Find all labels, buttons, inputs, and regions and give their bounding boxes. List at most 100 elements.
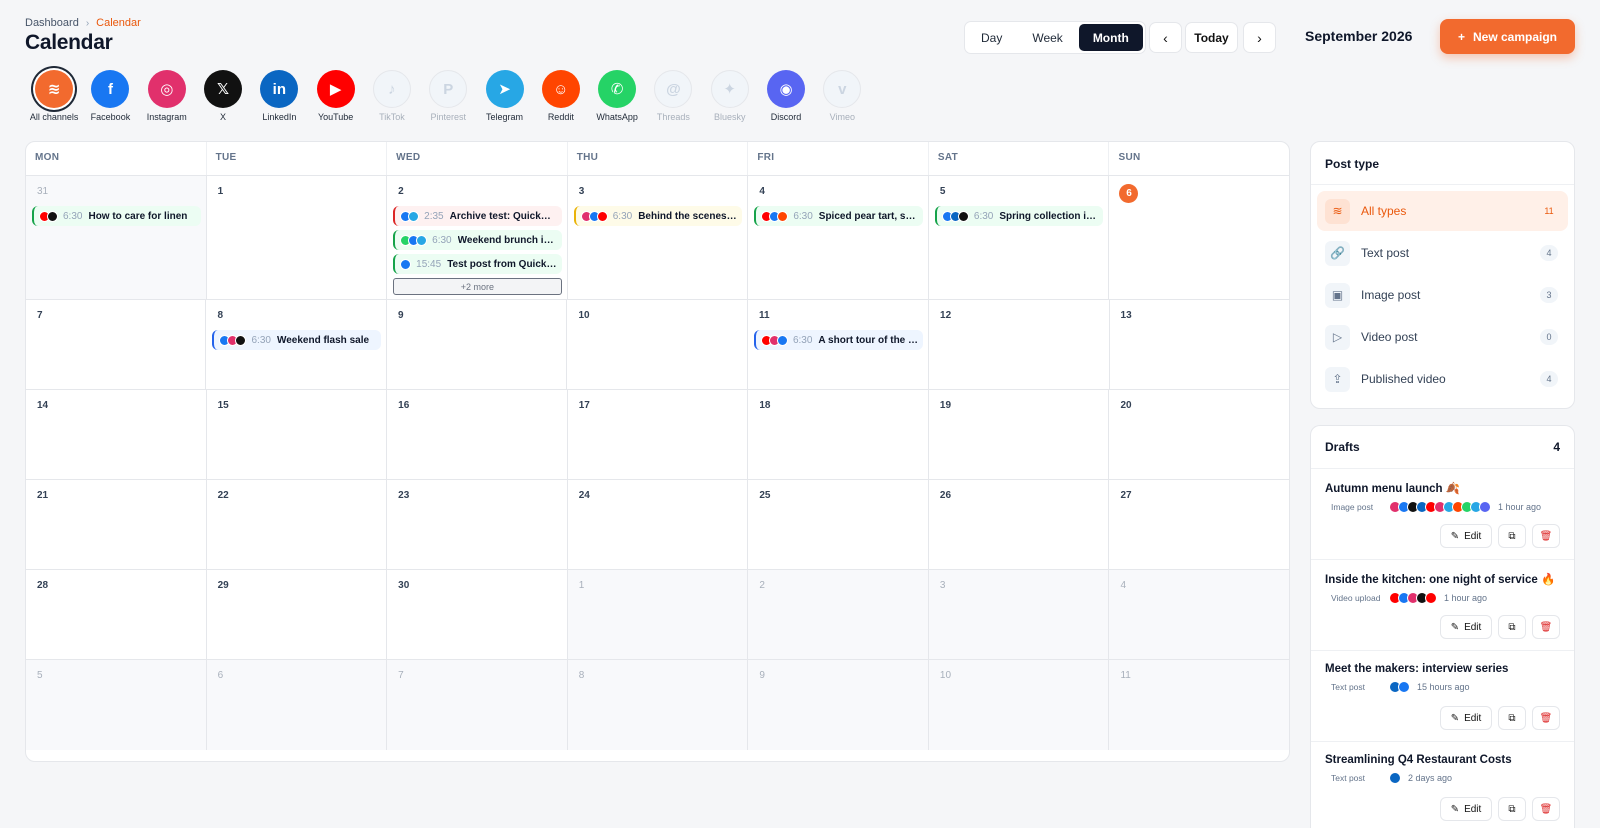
- calendar-event[interactable]: 6:30 Spiced pear tart, s…: [754, 206, 923, 226]
- day-cell[interactable]: 10: [928, 660, 1110, 750]
- day-cell[interactable]: 7: [387, 660, 568, 750]
- post-type-all-types[interactable]: ≋ All types 11: [1317, 191, 1568, 231]
- today-button[interactable]: Today: [1185, 22, 1238, 53]
- new-campaign-button[interactable]: + New campaign: [1440, 19, 1575, 54]
- day-cell[interactable]: 3: [928, 570, 1110, 659]
- delete-draft-button[interactable]: 🗑: [1532, 706, 1560, 730]
- day-cell[interactable]: 6: [206, 660, 388, 750]
- day-cell[interactable]: 16: [387, 390, 568, 479]
- day-cell[interactable]: 11: [1109, 660, 1289, 750]
- day-cell[interactable]: 28: [26, 570, 207, 659]
- day-cell[interactable]: 4: [1109, 570, 1289, 659]
- day-cell[interactable]: 9: [387, 300, 568, 389]
- channel-vimeo[interactable]: v Vimeo: [814, 70, 870, 122]
- day-cell[interactable]: 6: [1109, 176, 1289, 299]
- day-cell[interactable]: 4 6:30 Spiced pear tart, s…: [748, 176, 929, 299]
- day-cell[interactable]: 20: [1109, 390, 1289, 479]
- view-week-button[interactable]: Week: [1018, 24, 1076, 51]
- channel-threads[interactable]: @ Threads: [645, 70, 701, 122]
- day-cell[interactable]: 1: [567, 570, 749, 659]
- channel-bluesky[interactable]: ✦ Bluesky: [702, 70, 758, 122]
- day-cell[interactable]: 10: [567, 300, 748, 389]
- draft-item[interactable]: Meet the makers: interview series Text po…: [1311, 651, 1574, 742]
- calendar-event[interactable]: 6:30 A short tour of the …: [753, 330, 924, 350]
- channel-facebook[interactable]: f Facebook: [82, 70, 138, 122]
- day-cell[interactable]: 5 6:30 Spring collection i…: [929, 176, 1110, 299]
- channel-tiktok[interactable]: ♪ TikTok: [364, 70, 420, 122]
- day-cell[interactable]: 3 6:30 Behind the scenes…: [568, 176, 749, 299]
- day-cell[interactable]: 24: [568, 480, 749, 569]
- day-cell[interactable]: 29: [207, 570, 388, 659]
- channel-all-channels[interactable]: ≋ All channels: [26, 70, 82, 122]
- draft-title: Meet the makers: interview series: [1325, 663, 1509, 675]
- draft-item[interactable]: Inside the kitchen: one night of service…: [1311, 560, 1574, 651]
- delete-draft-button[interactable]: 🗑: [1532, 524, 1560, 548]
- edit-draft-button[interactable]: ✎ Edit: [1440, 706, 1492, 730]
- channel-telegram[interactable]: ➤ Telegram: [476, 70, 532, 122]
- day-cell[interactable]: 22: [207, 480, 388, 569]
- post-type-published-video[interactable]: ⇪ Published video 4: [1317, 359, 1568, 399]
- day-cell[interactable]: 30: [387, 570, 568, 659]
- channel-linkedin[interactable]: in LinkedIn: [251, 70, 307, 122]
- day-cell[interactable]: 1: [207, 176, 388, 299]
- draft-item[interactable]: Autumn menu launch 🍂 Image post 1 hour ago…: [1311, 469, 1574, 560]
- duplicate-draft-button[interactable]: ⧉: [1498, 524, 1526, 548]
- calendar-event[interactable]: 6:30 Weekend brunch i…: [393, 230, 562, 250]
- day-cell[interactable]: 17: [568, 390, 749, 479]
- channel-pinterest[interactable]: P Pinterest: [420, 70, 476, 122]
- day-cell[interactable]: 9: [748, 660, 929, 750]
- edit-draft-button[interactable]: ✎ Edit: [1440, 615, 1492, 639]
- day-cell[interactable]: 7: [26, 300, 207, 389]
- day-cell[interactable]: 25: [748, 480, 929, 569]
- day-cell[interactable]: 31 6:30 How to care for linen: [26, 176, 207, 299]
- delete-draft-button[interactable]: 🗑: [1532, 797, 1560, 821]
- day-cell[interactable]: 15: [207, 390, 388, 479]
- day-number-text: 7: [37, 310, 43, 321]
- duplicate-draft-button[interactable]: ⧉: [1498, 797, 1526, 821]
- calendar-event[interactable]: 6:30 Weekend flash sale: [212, 330, 381, 350]
- channel-instagram[interactable]: ◎ Instagram: [139, 70, 195, 122]
- duplicate-draft-button[interactable]: ⧉: [1498, 706, 1526, 730]
- view-day-button[interactable]: Day: [967, 24, 1016, 51]
- day-cell[interactable]: 14: [26, 390, 207, 479]
- post-type-text-post[interactable]: 🔗 Text post 4: [1317, 233, 1568, 273]
- delete-draft-button[interactable]: 🗑: [1532, 615, 1560, 639]
- next-month-button[interactable]: ›: [1243, 22, 1276, 53]
- day-cell[interactable]: 8: [567, 660, 749, 750]
- day-number-text: 4: [1120, 580, 1127, 591]
- day-cell[interactable]: 27: [1109, 480, 1289, 569]
- day-cell[interactable]: 26: [929, 480, 1110, 569]
- day-cell[interactable]: 19: [929, 390, 1110, 479]
- day-cell[interactable]: 23: [387, 480, 568, 569]
- edit-draft-button[interactable]: ✎ Edit: [1440, 797, 1492, 821]
- calendar-event[interactable]: 6:30 How to care for linen: [32, 206, 201, 226]
- calendar-event[interactable]: 15:45 Test post from Quick…: [393, 254, 562, 274]
- day-number-text: 22: [217, 490, 229, 501]
- channel-discord[interactable]: ◉ Discord: [758, 70, 814, 122]
- calendar-event[interactable]: 6:30 Spring collection i…: [934, 206, 1104, 226]
- day-cell[interactable]: 5: [26, 660, 207, 750]
- post-type-image-post[interactable]: ▣ Image post 3: [1317, 275, 1568, 315]
- channel-reddit[interactable]: ☺ Reddit: [533, 70, 589, 122]
- day-cell[interactable]: 2 2:35 Archive test: Quick… 6:30 Weekend bru…: [387, 176, 568, 299]
- day-cell[interactable]: 12: [929, 300, 1110, 389]
- day-cell[interactable]: 13: [1110, 300, 1289, 389]
- day-cell[interactable]: 11 6:30 A short tour of the …: [748, 300, 930, 389]
- channel-youtube[interactable]: ▶ YouTube: [307, 70, 363, 122]
- prev-month-button[interactable]: ‹: [1149, 22, 1182, 53]
- day-cell[interactable]: 18: [748, 390, 929, 479]
- duplicate-draft-button[interactable]: ⧉: [1498, 615, 1526, 639]
- calendar-event[interactable]: 6:30 Behind the scenes…: [573, 206, 743, 226]
- edit-draft-button[interactable]: ✎ Edit: [1440, 524, 1492, 548]
- view-month-button[interactable]: Month: [1078, 24, 1143, 51]
- day-cell[interactable]: 8 6:30 Weekend flash sale: [206, 300, 387, 389]
- channel-x[interactable]: 𝕏X: [195, 70, 251, 122]
- day-cell[interactable]: 2: [748, 570, 929, 659]
- day-cell[interactable]: 21: [26, 480, 207, 569]
- more-events-button[interactable]: +2 more: [393, 278, 562, 295]
- draft-item[interactable]: Streamlining Q4 Restaurant Costs Text pos…: [1311, 742, 1574, 828]
- calendar-event[interactable]: 2:35 Archive test: Quick…: [393, 206, 562, 226]
- post-type-video-post[interactable]: ▷ Video post 0: [1317, 317, 1568, 357]
- breadcrumb-dashboard[interactable]: Dashboard: [25, 17, 79, 29]
- channel-whatsapp[interactable]: ✆ WhatsApp: [589, 70, 645, 122]
